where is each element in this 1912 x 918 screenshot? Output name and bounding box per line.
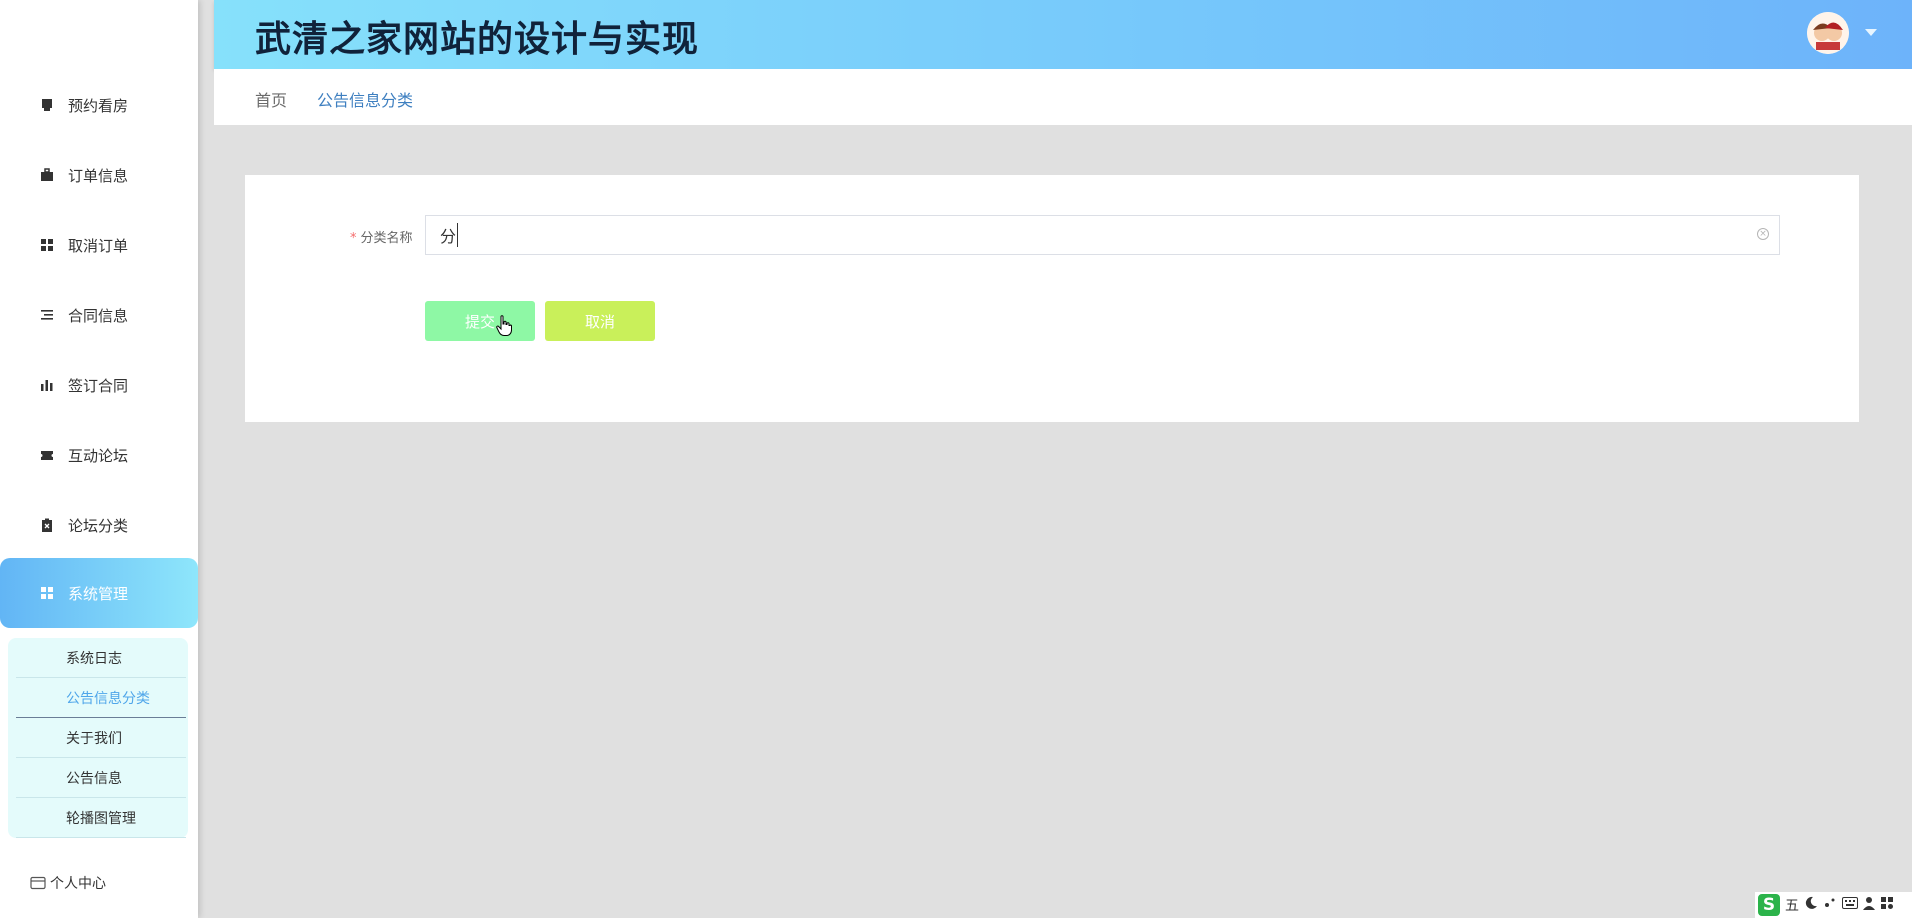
hand-pointer-icon — [496, 315, 512, 337]
top-header: 武清之家网站的设计与实现 — [214, 0, 1912, 69]
submit-button[interactable]: 提交 — [425, 301, 535, 341]
ticket-icon — [40, 448, 54, 462]
sidebar-item-system-management[interactable]: 系统管理 — [0, 558, 198, 628]
personal-center-label: 个人中心 — [50, 876, 106, 892]
apps-icon[interactable] — [1880, 896, 1894, 914]
printer-icon — [40, 98, 54, 112]
grid-icon — [40, 238, 54, 252]
page-title: 武清之家网站的设计与实现 — [255, 19, 700, 60]
submenu-item-label: 系统日志 — [66, 650, 122, 667]
clear-icon[interactable]: × — [1757, 228, 1769, 240]
submenu-item-label: 关于我们 — [66, 730, 122, 747]
card-icon — [30, 876, 46, 890]
sidebar-item-forum[interactable]: 互动论坛 — [0, 420, 198, 490]
sidebar-item-label: 互动论坛 — [68, 446, 129, 465]
field-label-text: 分类名称 — [360, 231, 413, 246]
sidebar-item-cancel-order[interactable]: 取消订单 — [0, 210, 198, 280]
cancel-button[interactable]: 取消 — [545, 301, 655, 341]
breadcrumb: 首页 公告信息分类 — [214, 69, 1912, 125]
sidebar-item-label: 论坛分类 — [68, 516, 129, 535]
sidebar: 预约看房 订单信息 取消订单 合同信息 签订合同 互动论坛 论坛分类 系统管理 … — [0, 0, 198, 918]
required-mark: * — [350, 231, 357, 246]
submenu-item-label: 轮播图管理 — [66, 810, 136, 827]
sidebar-item-label: 合同信息 — [68, 306, 129, 325]
sidebar-item-sign-contract[interactable]: 签订合同 — [0, 350, 198, 420]
ime-mode[interactable]: 五 — [1785, 895, 1799, 915]
keyboard-icon[interactable] — [1842, 897, 1858, 913]
sidebar-item-label: 取消订单 — [68, 236, 129, 255]
grid-icon — [40, 586, 54, 600]
sidebar-item-label: 订单信息 — [68, 166, 129, 185]
submenu-item-notice-category[interactable]: 公告信息分类 — [16, 678, 186, 718]
category-name-input[interactable]: 分 × — [425, 215, 1780, 255]
moon-icon[interactable] — [1804, 896, 1818, 914]
form-card: * 分类名称 分 × 提交 取消 — [245, 175, 1859, 422]
system-submenu: 系统日志 公告信息分类 关于我们 公告信息 轮播图管理 — [8, 638, 188, 838]
sidebar-item-label: 系统管理 — [68, 584, 129, 603]
sidebar-item-label: 预约看房 — [68, 96, 129, 115]
input-value: 分 — [440, 223, 459, 247]
submenu-item-label: 公告信息分类 — [66, 690, 150, 707]
submenu-item-about-us[interactable]: 关于我们 — [16, 718, 186, 758]
sidebar-item-contracts[interactable]: 合同信息 — [0, 280, 198, 350]
avatar[interactable] — [1807, 12, 1849, 54]
clipboard-x-icon — [40, 518, 54, 532]
bar-chart-icon — [40, 378, 54, 392]
chevron-down-icon[interactable] — [1865, 29, 1877, 36]
submenu-item-carousel[interactable]: 轮播图管理 — [16, 798, 186, 838]
sidebar-item-personal-center[interactable]: 个人中心 — [30, 873, 106, 893]
punctuation-icon[interactable] — [1823, 896, 1837, 914]
submenu-item-notices[interactable]: 公告信息 — [16, 758, 186, 798]
submenu-item-label: 公告信息 — [66, 770, 122, 787]
submenu-item-system-log[interactable]: 系统日志 — [16, 638, 186, 678]
sidebar-item-orders[interactable]: 订单信息 — [0, 140, 198, 210]
briefcase-icon — [40, 168, 54, 182]
category-name-label: * 分类名称 — [350, 227, 413, 246]
sidebar-item-book-viewing[interactable]: 预约看房 — [0, 70, 198, 140]
ime-toolbar: S 五 — [1755, 892, 1912, 918]
sidebar-item-label: 签订合同 — [68, 376, 129, 395]
user-icon[interactable] — [1863, 896, 1875, 914]
list-icon — [40, 308, 54, 322]
breadcrumb-current: 公告信息分类 — [317, 91, 414, 110]
avatar-image — [1807, 12, 1849, 54]
breadcrumb-home[interactable]: 首页 — [255, 87, 287, 111]
sidebar-item-forum-category[interactable]: 论坛分类 — [0, 490, 198, 560]
sogou-logo-icon[interactable]: S — [1758, 894, 1780, 916]
